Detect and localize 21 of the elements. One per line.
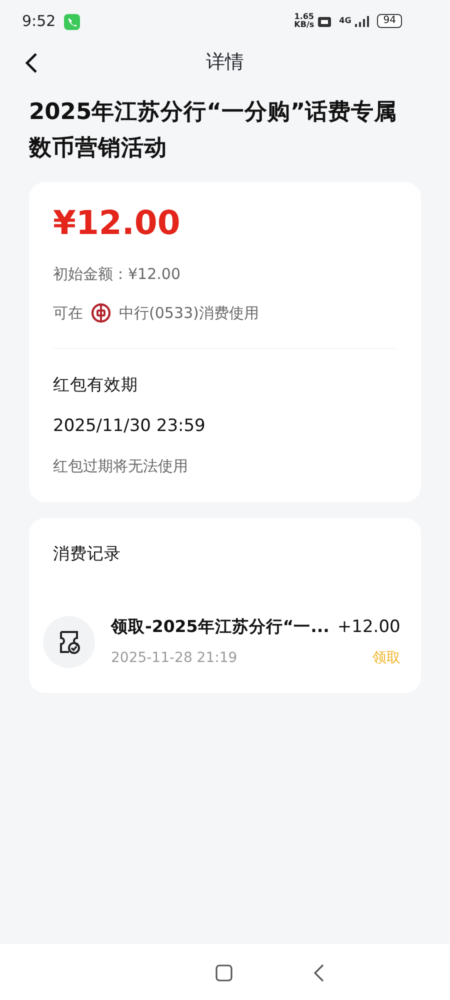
- usage-prefix: 可在: [53, 302, 83, 324]
- record-time: 2025-11-28 21:19: [111, 649, 238, 668]
- record-name[interactable]: 领取-2025年江苏分行“一...: [111, 614, 330, 640]
- back-button[interactable]: [24, 50, 38, 74]
- speed-unit: KB/s: [294, 21, 314, 29]
- bank-logo-icon: [91, 302, 111, 323]
- initial-amount: 初始金额：¥12.00: [53, 264, 182, 285]
- usage-text: 中行(0533)消费使用: [119, 302, 259, 324]
- activity-title: 2025年江苏分行“一分购”话费专属数币营销活动: [28, 98, 398, 163]
- page-title: 详情: [206, 50, 244, 74]
- records-title: 消费记录: [53, 542, 122, 565]
- network-speed: 1.65: [294, 13, 314, 21]
- network-type: 4G: [339, 17, 352, 25]
- record-amount: +12.00: [337, 616, 400, 638]
- validity-date: 2025/11/30 23:59: [53, 414, 206, 438]
- validity-label: 红包有效期: [53, 374, 139, 396]
- battery-indicator: 94: [377, 14, 402, 28]
- validity-note: 红包过期将无法使用: [53, 456, 189, 478]
- balance-amount: ¥12.00: [53, 206, 182, 239]
- record-status: 领取: [372, 649, 400, 668]
- status-time: 9:52: [22, 10, 56, 32]
